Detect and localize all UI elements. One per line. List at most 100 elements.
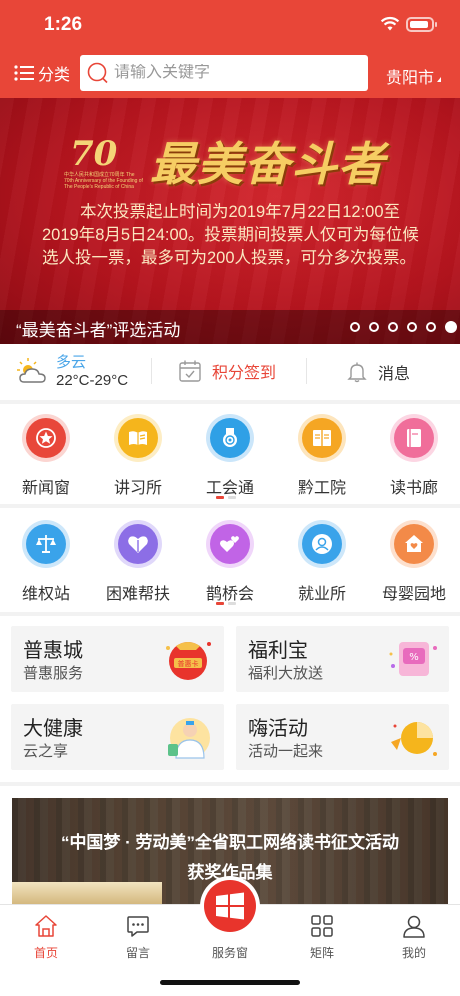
- carousel-dot[interactable]: [350, 322, 360, 332]
- feature-cards: 普惠城 普惠服务 普惠卡 福利宝 福利大放送 % 大健康 云之享 嗨活动 活动一…: [0, 616, 460, 782]
- divider: [151, 358, 152, 384]
- card-subtitle: 活动一起来: [248, 743, 324, 760]
- banner-carousel[interactable]: 70 中华人民共和国成立70周年 The 70th Anniversary of…: [0, 98, 460, 344]
- status-bar: 1:26: [0, 14, 460, 38]
- grid-item-reading[interactable]: 读书廊: [368, 404, 460, 504]
- weather-temperature: 22°C-29°C: [56, 372, 129, 389]
- list-menu-icon: [14, 65, 34, 81]
- badge-icon: [210, 418, 250, 458]
- grid-item-label: 维权站: [21, 586, 70, 603]
- search-icon: [87, 62, 108, 84]
- card-haihuodong[interactable]: 嗨活动 活动一起来: [236, 704, 449, 770]
- star-medal-icon: [26, 418, 66, 458]
- windows-icon: [216, 892, 244, 920]
- user-icon: [403, 915, 425, 938]
- card-title: 大健康: [23, 718, 83, 740]
- grid-item-label: 工会通: [205, 480, 254, 497]
- grid-item-label: 就业所: [297, 586, 346, 603]
- service-window-button[interactable]: [200, 876, 260, 936]
- category-label: 分类: [38, 67, 71, 84]
- app-header: 1:26 分类 贵阳市: [0, 0, 460, 98]
- card-title: 嗨活动: [248, 718, 308, 740]
- grid-item-label: 讲习所: [113, 480, 162, 497]
- tab-label: 我的: [401, 946, 426, 960]
- person-search-icon: [302, 524, 342, 564]
- divider: [306, 358, 307, 384]
- service-grid-2: 维权站 困难帮扶 鹊桥会 就业所 母婴园地: [0, 508, 460, 612]
- svg-text:普惠卡: 普惠卡: [178, 659, 199, 668]
- grid-item-label: 母婴园地: [381, 586, 446, 603]
- open-book-icon: [118, 418, 158, 458]
- weather-condition: 多云: [56, 354, 87, 371]
- info-row: 多云 22°C-29°C 积分签到 消息: [0, 344, 460, 400]
- signin-label: 积分签到: [212, 365, 277, 382]
- grid-item-rights[interactable]: 维权站: [0, 508, 92, 608]
- home-icon: [35, 915, 57, 937]
- carousel-dot[interactable]: [407, 322, 417, 332]
- hearts-icon: [210, 524, 250, 564]
- city-label: 贵阳市: [386, 70, 435, 87]
- grid-item-employment[interactable]: 就业所: [276, 508, 368, 608]
- search-bar[interactable]: [80, 55, 368, 91]
- emblem-caption: 中华人民共和国成立70周年 The 70th Anniversary of th…: [64, 172, 143, 190]
- search-input[interactable]: [114, 64, 354, 82]
- tab-matrix[interactable]: 矩阵: [276, 913, 368, 963]
- scales-icon: [26, 524, 66, 564]
- book-icon: [394, 418, 434, 458]
- anniversary-emblem: 70 中华人民共和国成立70周年 The 70th Anniversary of…: [64, 132, 143, 190]
- city-selector[interactable]: 贵阳市: [386, 64, 442, 88]
- page-indicator: [216, 602, 240, 605]
- grid-item-label: 困难帮扶: [105, 586, 170, 603]
- card-puhuicheng[interactable]: 普惠城 普惠服务 普惠卡: [11, 626, 224, 692]
- grid-item-news[interactable]: 新闻窗: [0, 404, 92, 504]
- grid-item-lecture[interactable]: 讲习所: [92, 404, 184, 504]
- tab-profile[interactable]: 我的: [368, 913, 460, 963]
- grid-item-label: 读书廊: [389, 480, 438, 497]
- banner-caption: “最美奋斗者”评选活动: [16, 321, 181, 340]
- grid-item-institute[interactable]: 黔工院: [276, 404, 368, 504]
- doctor-icon: [168, 718, 210, 759]
- tab-label: 矩阵: [309, 946, 334, 960]
- card-dajiankang[interactable]: 大健康 云之享: [11, 704, 224, 770]
- banner-title: 最美奋斗者: [150, 137, 385, 191]
- comment-icon: [127, 916, 149, 937]
- emblem-number: 70: [70, 134, 118, 174]
- messages-button[interactable]: 消息: [346, 360, 410, 384]
- wifi-icon: [380, 16, 400, 31]
- tab-label: 留言: [125, 946, 150, 960]
- home-indicator: [160, 980, 300, 985]
- status-time: 1:26: [44, 14, 83, 35]
- house-heart-icon: [394, 524, 434, 564]
- party-icon: [391, 722, 437, 756]
- grid-item-union[interactable]: 工会通: [184, 404, 276, 504]
- matrix-icon: [311, 915, 333, 937]
- carousel-dot[interactable]: [369, 322, 379, 332]
- discount-coupon-icon: %: [389, 642, 437, 676]
- card-title: 福利宝: [248, 640, 308, 662]
- reading-book-icon: [302, 418, 342, 458]
- category-button[interactable]: 分类: [14, 62, 70, 84]
- grid-item-matchmaking[interactable]: 鹊桥会: [184, 508, 276, 608]
- card-subtitle: 普惠服务: [23, 665, 84, 682]
- svg-text:%: %: [409, 652, 419, 663]
- carousel-dot[interactable]: [426, 322, 436, 332]
- grid-item-assistance[interactable]: 困难帮扶: [92, 508, 184, 608]
- service-grid-1: 新闻窗 讲习所 工会通 黔工院 读书廊: [0, 404, 460, 504]
- book-stack-image: [12, 882, 162, 906]
- tab-comments[interactable]: 留言: [92, 913, 184, 963]
- card-subtitle: 福利大放送: [248, 665, 324, 682]
- grid-item-label: 新闻窗: [21, 480, 70, 497]
- dropdown-triangle-icon: [437, 77, 442, 82]
- helping-hands-icon: [118, 524, 158, 564]
- carousel-dots: [350, 321, 460, 333]
- promo-line-1: “中国梦 · 劳动美”全省职工网络读书征文活动: [60, 833, 400, 852]
- carousel-dot[interactable]: [388, 322, 398, 332]
- tab-home[interactable]: 首页: [0, 913, 92, 963]
- bell-icon: [347, 362, 367, 383]
- points-signin-button[interactable]: 积分签到: [178, 359, 276, 383]
- carousel-dot-active[interactable]: [445, 321, 457, 333]
- grid-item-maternity[interactable]: 母婴园地: [368, 508, 460, 608]
- tab-label: 首页: [33, 946, 58, 960]
- card-fulibao[interactable]: 福利宝 福利大放送 %: [236, 626, 449, 692]
- page-indicator: [216, 496, 240, 499]
